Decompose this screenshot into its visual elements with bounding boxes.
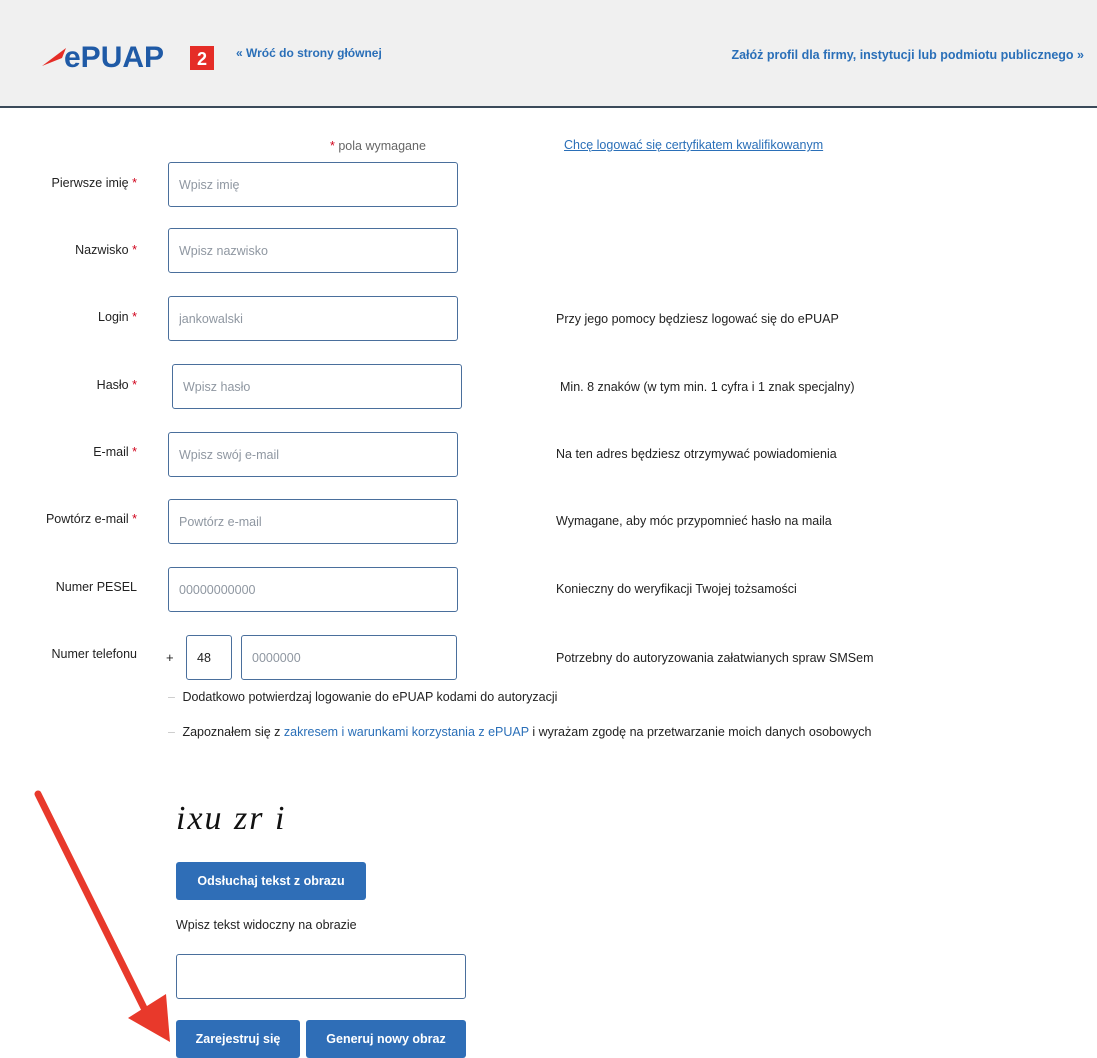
logo-text: ePUAP [64, 41, 164, 74]
last-name-input[interactable] [168, 228, 458, 273]
pesel-label: Numer PESEL [56, 580, 137, 594]
required-star: * [132, 512, 137, 526]
email-repeat-input[interactable] [168, 499, 458, 544]
email-repeat-label: Powtórz e-mail * [46, 512, 137, 526]
last-name-label: Nazwisko * [75, 243, 137, 257]
captcha-input[interactable] [176, 954, 466, 999]
pesel-label-text: Numer PESEL [55, 580, 137, 594]
back-to-home-link[interactable]: « Wróć do strony głównej [236, 46, 382, 60]
required-star: * [132, 310, 137, 324]
checkbox-terms[interactable]: – [168, 725, 175, 739]
checkbox-2fa[interactable]: – [168, 690, 175, 704]
login-label: Login * [98, 310, 137, 324]
email-hint: Na ten adres będziesz otrzymywać powiado… [556, 447, 837, 461]
required-star: * [132, 378, 137, 392]
phone-label-text: Numer telefonu [51, 647, 137, 661]
terms-checkbox-row[interactable]: – Zapoznałem się z zakresem i warunkami … [168, 725, 871, 739]
login-input[interactable] [168, 296, 458, 341]
email-input[interactable] [168, 432, 458, 477]
pesel-hint: Konieczny do weryfikacji Twojej tożsamoś… [556, 582, 797, 596]
phone-label: Numer telefonu [52, 647, 137, 661]
qualified-certificate-login-link[interactable]: Chcę logować się certyfikatem kwalifikow… [564, 138, 823, 152]
first-name-label-text: Pierwsze imię [51, 176, 129, 190]
required-fields-note: * pola wymagane [330, 139, 426, 153]
login-label-text: Login [98, 310, 129, 324]
red-arrow-icon [34, 790, 170, 1042]
phone-plus-sign: + [166, 650, 174, 665]
logo-badge: 2 [197, 49, 207, 69]
listen-captcha-button[interactable]: Odsłuchaj tekst z obrazu [176, 862, 366, 900]
required-star: * [132, 445, 137, 459]
epuap-logo[interactable]: ePUAP 2 [40, 40, 230, 74]
first-name-label: Pierwsze imię * [52, 176, 137, 190]
password-label-text: Hasło [96, 378, 129, 392]
required-star: * [132, 243, 137, 257]
pesel-input[interactable] [168, 567, 458, 612]
email-repeat-label-text: Powtórz e-mail [45, 512, 129, 526]
phone-number-input[interactable] [241, 635, 457, 680]
create-organization-profile-link[interactable]: Załóż profil dla firmy, instytucji lub p… [731, 48, 1084, 62]
phone-hint: Potrzebny do autoryzowania załatwianych … [556, 651, 874, 665]
two-factor-checkbox-row[interactable]: – Dodatkowo potwierdzaj logowanie do ePU… [168, 690, 557, 704]
required-star: * [330, 139, 335, 153]
password-hint: Min. 8 znaków (w tym min. 1 cyfra i 1 zn… [560, 380, 855, 394]
last-name-label-text: Nazwisko [75, 243, 129, 257]
email-label: E-mail * [93, 445, 137, 459]
two-factor-label: Dodatkowo potwierdzaj logowanie do ePUAP… [182, 690, 558, 704]
captcha-input-label: Wpisz tekst widoczny na obrazie [176, 918, 357, 932]
required-star: * [132, 176, 137, 190]
generate-new-image-button[interactable]: Generuj nowy obraz [306, 1020, 466, 1058]
email-label-text: E-mail [93, 445, 129, 459]
phone-country-code-input[interactable] [186, 635, 232, 680]
page-header: ePUAP 2 « Wróć do strony głównej Załóż p… [0, 0, 1097, 108]
login-hint: Przy jego pomocy będziesz logować się do… [556, 312, 839, 326]
first-name-input[interactable] [168, 162, 458, 207]
email-repeat-hint: Wymagane, aby móc przypomnieć hasło na m… [556, 514, 832, 528]
terms-text-after: i wyrażam zgodę na przetwarzanie moich d… [528, 725, 872, 739]
required-note-text: pola wymagane [338, 139, 426, 153]
terms-text-before: Zapoznałem się z [182, 725, 284, 739]
terms-link[interactable]: zakresem i warunkami korzystania z ePUAP [284, 725, 529, 739]
password-label: Hasło * [97, 378, 137, 392]
password-input[interactable] [172, 364, 462, 409]
